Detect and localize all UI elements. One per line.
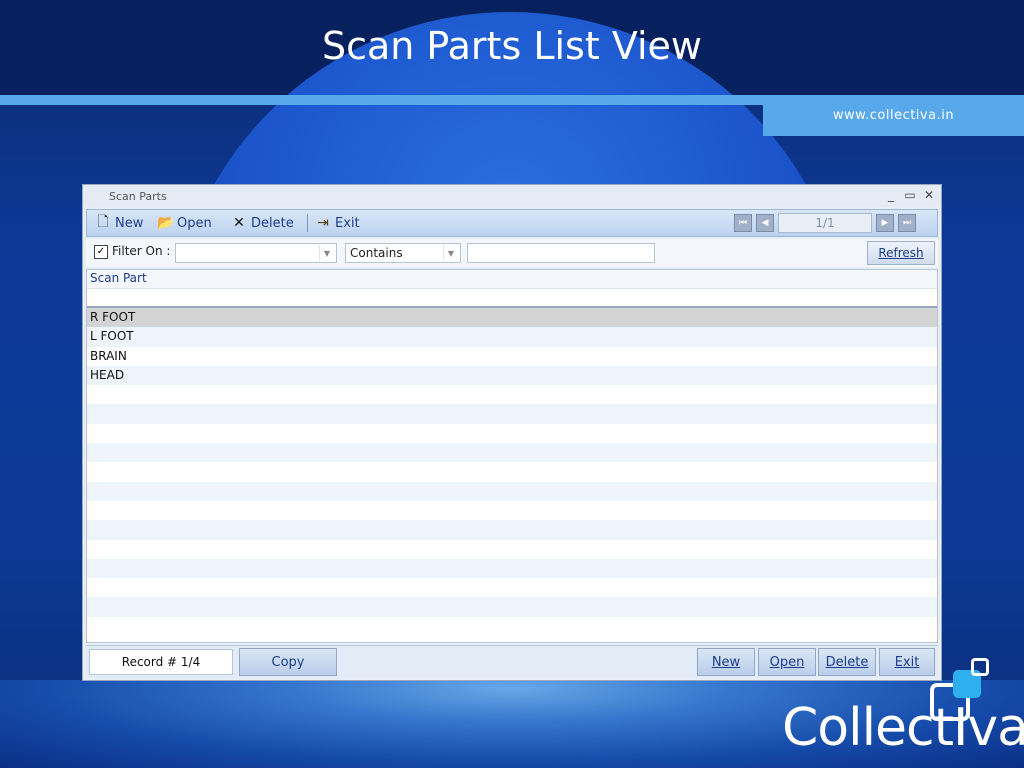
toolbar-exit-label: Exit <box>335 215 360 231</box>
table-row[interactable]: HEAD <box>87 365 937 386</box>
filter-field-select[interactable]: ▼ <box>175 243 337 263</box>
filter-checkbox[interactable]: ✓ <box>94 245 108 259</box>
toolbar-exit-button[interactable]: ⇥ Exit <box>315 213 360 233</box>
table-row[interactable] <box>87 578 937 597</box>
open-folder-icon: 📂 <box>157 215 175 231</box>
footer-exit-button[interactable]: Exit <box>879 648 935 676</box>
collectiva-logo: CollectIva <box>782 698 1024 758</box>
new-document-icon: 🗋 <box>97 214 109 230</box>
toolbar-open-label: Open <box>177 215 212 231</box>
table-row[interactable] <box>87 558 937 579</box>
toolbar-new-button[interactable]: 🗋 New <box>95 213 143 233</box>
column-header-scan-part[interactable]: Scan Part <box>87 270 937 288</box>
table-row[interactable]: BRAIN <box>87 347 937 366</box>
copy-button[interactable]: Copy <box>239 648 337 676</box>
table-row[interactable] <box>87 443 937 463</box>
table-row[interactable]: L FOOT <box>87 327 937 347</box>
grid-rows: R FOOT L FOOT BRAIN HEAD <box>87 308 937 636</box>
toolbar-new-label: New <box>115 215 144 231</box>
toolbar: 🗋 New 📂 Open ✕ Delete ⇥ Exit ⏮ ◀ 1/1 ▶ ⏭ <box>86 209 938 237</box>
refresh-button[interactable]: Refresh <box>867 241 935 265</box>
footer-open-button[interactable]: Open <box>758 648 816 676</box>
table-row[interactable] <box>87 540 937 559</box>
footer-new-button[interactable]: New <box>697 648 755 676</box>
copy-label: Copy <box>271 654 305 670</box>
filter-text-input[interactable] <box>467 243 655 263</box>
table-row[interactable] <box>87 462 937 481</box>
window-titlebar: Scan Parts _ ▭ ✕ <box>83 185 941 207</box>
record-navigator: ⏮ ◀ 1/1 ▶ ⏭ <box>734 212 934 234</box>
table-row[interactable] <box>87 424 937 443</box>
last-record-icon[interactable]: ⏭ <box>898 214 916 232</box>
close-icon[interactable]: ✕ <box>923 188 935 202</box>
table-row[interactable] <box>87 385 937 404</box>
scan-parts-window: Scan Parts _ ▭ ✕ 🗋 New 📂 Open ✕ Delete ⇥… <box>82 184 942 681</box>
first-record-icon[interactable]: ⏮ <box>734 214 752 232</box>
previous-record-icon[interactable]: ◀ <box>756 214 774 232</box>
logo-square-small <box>971 658 989 676</box>
minimize-icon[interactable]: _ <box>885 188 897 202</box>
grid-filter-row[interactable] <box>87 288 937 308</box>
table-row[interactable] <box>87 404 937 424</box>
footer-delete-label: Delete <box>825 654 869 670</box>
maximize-icon[interactable]: ▭ <box>904 188 916 202</box>
filter-operator-select[interactable]: Contains ▼ <box>345 243 461 263</box>
scan-parts-grid: Scan Part R FOOT L FOOT BRAIN HEAD <box>86 269 938 643</box>
window-title: Scan Parts <box>109 189 167 203</box>
delete-x-icon: ✕ <box>233 215 245 231</box>
toolbar-separator <box>307 214 308 232</box>
table-row[interactable]: R FOOT <box>87 308 937 328</box>
exit-door-icon: ⇥ <box>317 215 329 231</box>
record-counter: Record # 1/4 <box>89 649 233 675</box>
filter-bar: ✓ Filter On : ▼ Contains ▼ Refresh <box>86 239 938 267</box>
footer-delete-button[interactable]: Delete <box>818 648 876 676</box>
slide-title: Scan Parts List View <box>321 24 703 68</box>
refresh-label: Refresh <box>878 246 924 260</box>
filter-operator-value: Contains <box>350 246 403 260</box>
chevron-down-icon[interactable]: ▼ <box>319 245 334 261</box>
footer-exit-label: Exit <box>894 654 920 670</box>
page-indicator[interactable]: 1/1 <box>778 213 872 233</box>
toolbar-delete-button[interactable]: ✕ Delete <box>231 213 294 233</box>
table-row[interactable] <box>87 501 937 520</box>
toolbar-delete-label: Delete <box>251 215 294 231</box>
window-controls: _ ▭ ✕ <box>885 188 935 202</box>
chevron-down-icon[interactable]: ▼ <box>443 245 458 261</box>
website-url: www.collectiva.in <box>763 95 1024 136</box>
footer-bar: Record # 1/4 Copy New Open Delete Exit <box>86 645 938 678</box>
footer-new-label: New <box>711 654 741 670</box>
footer-open-label: Open <box>769 654 805 670</box>
table-row[interactable] <box>87 481 937 501</box>
toolbar-open-button[interactable]: 📂 Open <box>157 213 212 233</box>
table-row[interactable] <box>87 617 937 636</box>
table-row[interactable] <box>87 597 937 617</box>
filter-label: Filter On : <box>112 244 171 258</box>
table-row[interactable] <box>87 520 937 540</box>
next-record-icon[interactable]: ▶ <box>876 214 894 232</box>
